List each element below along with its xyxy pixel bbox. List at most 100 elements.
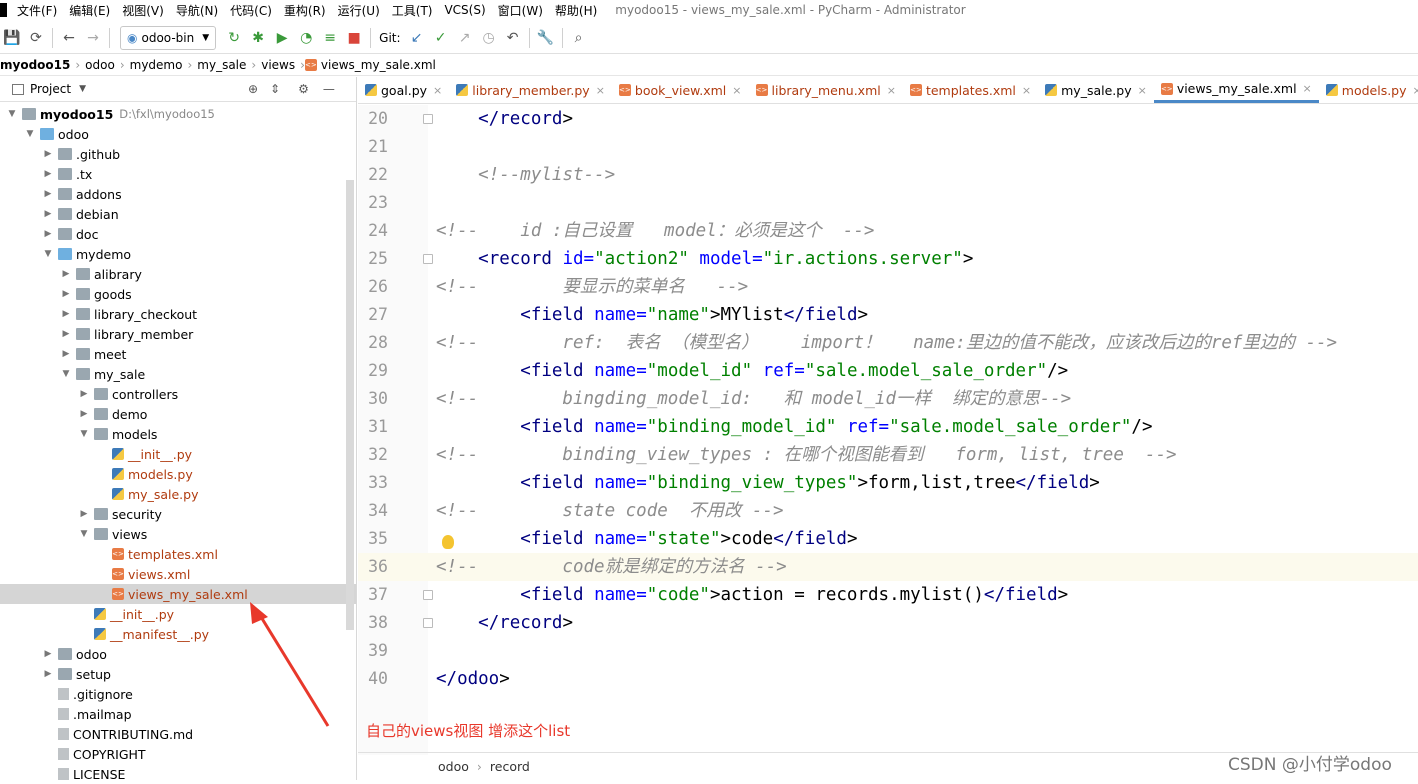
status-crumb[interactable]: odoo xyxy=(438,759,469,774)
code-line[interactable]: 27 <field name="name">MYlist</field> xyxy=(358,301,1418,329)
locate-icon[interactable]: ⊕ xyxy=(248,82,258,96)
code-line[interactable]: 40 </odoo> xyxy=(358,665,1418,693)
expand-arrow-icon[interactable]: ▼ xyxy=(6,109,18,119)
tree-item[interactable]: __manifest__.py xyxy=(0,624,356,644)
collapse-arrow-icon[interactable]: ▶ xyxy=(42,669,54,679)
collapse-arrow-icon[interactable]: ▶ xyxy=(42,209,54,219)
expand-arrow-icon[interactable]: ▼ xyxy=(42,249,54,259)
tree-item[interactable]: ▼ odoo xyxy=(0,124,356,144)
tree-item[interactable]: models.py xyxy=(0,464,356,484)
collapse-arrow-icon[interactable]: ▶ xyxy=(78,409,90,419)
collapse-arrow-icon[interactable]: ▶ xyxy=(60,289,72,299)
tree-item[interactable]: COPYRIGHT xyxy=(0,744,356,764)
editor-tab[interactable]: library_member.py × xyxy=(449,77,612,103)
breadcrumb-item[interactable]: odoo xyxy=(80,58,120,72)
tree-item[interactable]: ▶ debian xyxy=(0,204,356,224)
tree-item[interactable]: ▼ myodoo15 D:\fxl\myodoo15 xyxy=(0,104,356,124)
menu-navigate[interactable]: 导航(N) xyxy=(176,2,218,19)
git-update-icon[interactable]: ↙ xyxy=(405,26,429,50)
code-line[interactable]: 28 <!-- ref: 表名 （模型名） import！ name:里边的值不能… xyxy=(358,329,1418,357)
tree-item[interactable]: ▼ models xyxy=(0,424,356,444)
search-icon[interactable]: ⌕ xyxy=(567,26,591,50)
editor-tab[interactable]: goal.py × xyxy=(358,77,449,103)
tree-item[interactable]: ▶ controllers xyxy=(0,384,356,404)
tree-item[interactable]: ▶ library_checkout xyxy=(0,304,356,324)
tree-item[interactable]: ▶ .tx xyxy=(0,164,356,184)
editor-tab[interactable]: my_sale.py × xyxy=(1038,77,1154,103)
expand-arrow-icon[interactable]: ▼ xyxy=(60,369,72,379)
collapse-arrow-icon[interactable]: ▶ xyxy=(42,169,54,179)
tree-item[interactable]: __init__.py xyxy=(0,444,356,464)
menu-tools[interactable]: 工具(T) xyxy=(392,2,433,19)
fold-icon[interactable] xyxy=(423,254,433,264)
code-line[interactable]: 26 <!-- 要显示的菜单名 --> xyxy=(358,273,1418,301)
menu-refactor[interactable]: 重构(R) xyxy=(284,2,326,19)
code-line[interactable]: 23 xyxy=(358,189,1418,217)
git-push-icon[interactable]: ↗ xyxy=(453,26,477,50)
code-line[interactable]: 38 </record> xyxy=(358,609,1418,637)
code-line[interactable]: 29 <field name="model_id" ref="sale.mode… xyxy=(358,357,1418,385)
sync-icon[interactable]: ⟳ xyxy=(24,26,48,50)
tree-item[interactable]: ▼ views xyxy=(0,524,356,544)
close-tab-icon[interactable]: × xyxy=(596,84,605,97)
menu-file[interactable]: 文件(F) xyxy=(17,2,57,19)
git-commit-icon[interactable]: ✓ xyxy=(429,26,453,50)
tree-item[interactable]: ▼ mydemo xyxy=(0,244,356,264)
back-icon[interactable]: ← xyxy=(57,26,81,50)
editor-tab[interactable]: <> library_menu.xml × xyxy=(749,77,903,103)
code-editor[interactable]: 20 </record> 21 22 <!--mylist--> 23 24 <!-- i… xyxy=(358,105,1418,755)
collapse-arrow-icon[interactable]: ▶ xyxy=(60,309,72,319)
tree-item[interactable]: CONTRIBUTING.md xyxy=(0,724,356,744)
close-tab-icon[interactable]: × xyxy=(732,84,741,97)
menu-edit[interactable]: 编辑(E) xyxy=(69,2,110,19)
code-line[interactable]: 34 <!-- state code 不用改 --> xyxy=(358,497,1418,525)
close-tab-icon[interactable]: × xyxy=(1138,84,1147,97)
project-tree-scrollbar[interactable] xyxy=(346,180,354,630)
menu-view[interactable]: 视图(V) xyxy=(122,2,164,19)
debug-icon[interactable]: ✱ xyxy=(246,26,270,50)
close-tab-icon[interactable]: × xyxy=(1022,84,1031,97)
breadcrumb-item[interactable]: my_sale xyxy=(192,58,251,72)
collapse-arrow-icon[interactable]: ▶ xyxy=(60,329,72,339)
menu-code[interactable]: 代码(C) xyxy=(230,2,272,19)
collapse-arrow-icon[interactable]: ▶ xyxy=(60,269,72,279)
tree-item[interactable]: ▶ setup xyxy=(0,664,356,684)
breadcrumb-item[interactable]: myodoo15 xyxy=(0,58,75,72)
collapse-arrow-icon[interactable]: ▶ xyxy=(42,189,54,199)
editor-tab[interactable]: <> book_view.xml × xyxy=(612,77,749,103)
fold-icon[interactable] xyxy=(423,590,433,600)
fold-icon[interactable] xyxy=(423,114,433,124)
code-line[interactable]: 36 <!-- code就是绑定的方法名 --> xyxy=(358,553,1418,581)
breadcrumb-item[interactable]: views xyxy=(256,58,300,72)
tree-item[interactable]: <> templates.xml xyxy=(0,544,356,564)
editor-tab[interactable]: models.py × xyxy=(1319,77,1418,103)
tree-item[interactable]: ▶ goods xyxy=(0,284,356,304)
expand-arrow-icon[interactable]: ▼ xyxy=(78,429,90,439)
tree-item[interactable]: ▼ my_sale xyxy=(0,364,356,384)
menu-run[interactable]: 运行(U) xyxy=(338,2,380,19)
stop-icon[interactable]: ■ xyxy=(342,26,366,50)
minimize-icon[interactable]: — xyxy=(323,82,335,96)
tree-item[interactable]: .mailmap xyxy=(0,704,356,724)
rerun-icon[interactable]: ↻ xyxy=(222,26,246,50)
run-configuration-select[interactable]: ◉ odoo-bin ▼ xyxy=(120,25,217,50)
collapse-arrow-icon[interactable]: ▶ xyxy=(42,649,54,659)
code-line[interactable]: 21 xyxy=(358,133,1418,161)
forward-icon[interactable]: → xyxy=(81,26,105,50)
tree-item[interactable]: ▶ .github xyxy=(0,144,356,164)
code-line[interactable]: 31 <field name="binding_model_id" ref="s… xyxy=(358,413,1418,441)
tree-item[interactable]: my_sale.py xyxy=(0,484,356,504)
tree-item[interactable]: ▶ alibrary xyxy=(0,264,356,284)
collapse-arrow-icon[interactable]: ▶ xyxy=(78,509,90,519)
code-line[interactable]: 32 <!-- binding_view_types : 在哪个视图能看到 for… xyxy=(358,441,1418,469)
tree-item[interactable]: <> views.xml xyxy=(0,564,356,584)
collapse-all-icon[interactable]: ⇕ xyxy=(270,82,280,96)
tree-item[interactable]: LICENSE xyxy=(0,764,356,784)
menu-vcs[interactable]: VCS(S) xyxy=(444,3,485,17)
menu-help[interactable]: 帮助(H) xyxy=(555,2,597,19)
code-line[interactable]: 22 <!--mylist--> xyxy=(358,161,1418,189)
rollback-icon[interactable]: ↶ xyxy=(501,26,525,50)
fold-icon[interactable] xyxy=(423,618,433,628)
tree-item[interactable]: ▶ odoo xyxy=(0,644,356,664)
code-line[interactable]: 24 <!-- id :自己设置 model：必须是这个 --> xyxy=(358,217,1418,245)
